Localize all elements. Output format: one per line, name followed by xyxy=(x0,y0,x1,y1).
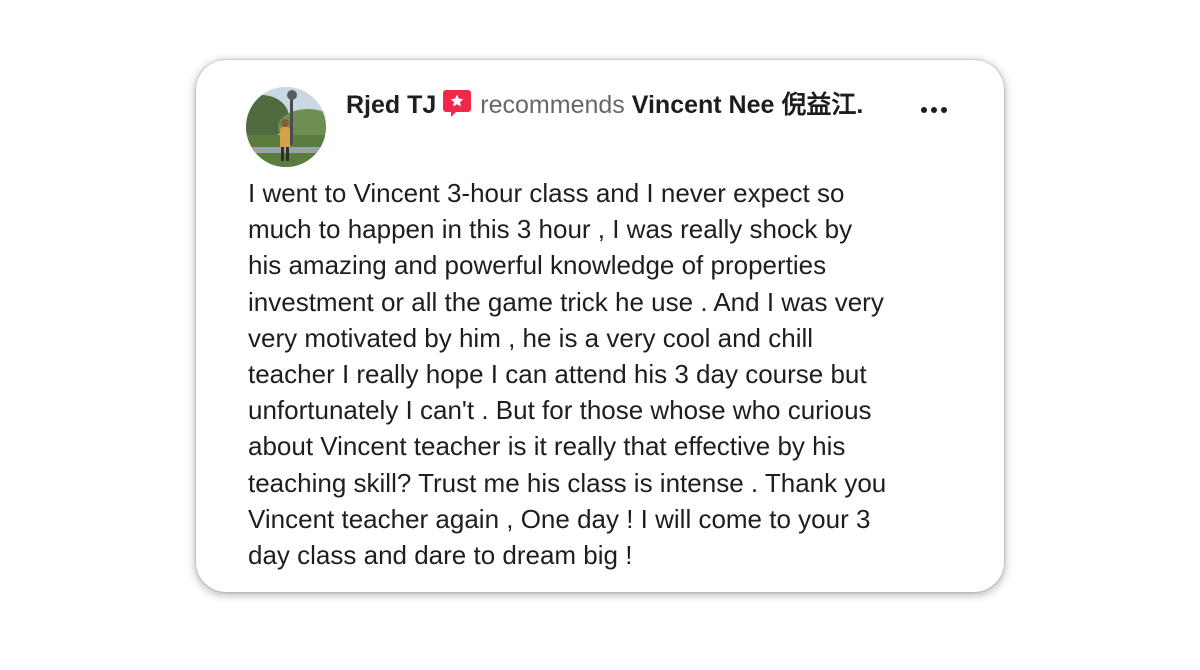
more-options-icon xyxy=(931,107,937,113)
post-header: Rjed TJ recommends Vincent Nee 倪益江. xyxy=(346,88,886,121)
more-options-icon xyxy=(941,107,947,113)
more-options-icon xyxy=(921,107,927,113)
avatar[interactable] xyxy=(246,87,326,167)
recommends-label: recommends xyxy=(480,91,625,119)
more-options-button[interactable] xyxy=(912,96,956,124)
review-card: Rjed TJ recommends Vincent Nee 倪益江. I wen… xyxy=(196,60,1004,592)
page-name-link[interactable]: Vincent Nee 倪益江. xyxy=(632,91,864,119)
avatar-photo xyxy=(246,87,326,167)
author-name[interactable]: Rjed TJ xyxy=(346,91,436,119)
recommend-star-icon xyxy=(442,88,472,118)
review-text: I went to Vincent 3-hour class and I nev… xyxy=(248,178,887,571)
